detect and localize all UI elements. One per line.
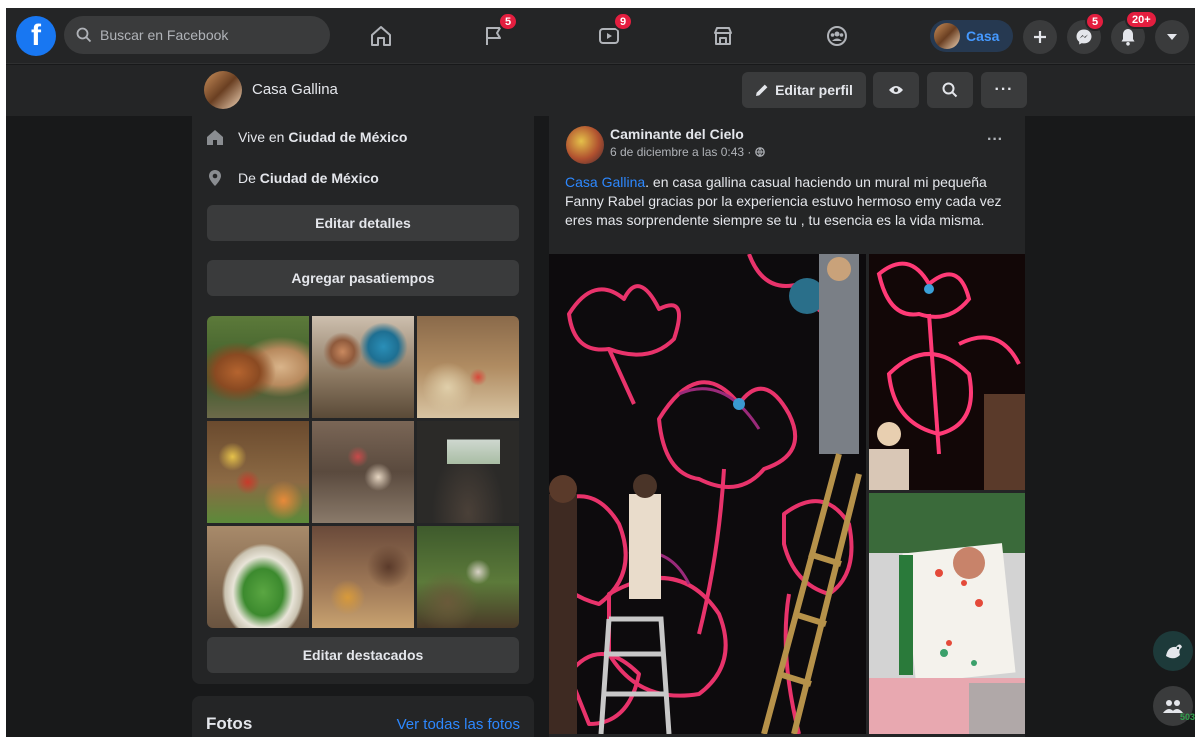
from-prefix: De (238, 170, 260, 186)
profile-chip-name: Casa (966, 28, 1000, 44)
facebook-app: f Buscar en Facebook 5 9 Casa 5 20+ Casa… (6, 8, 1195, 737)
search-profile-button[interactable] (927, 72, 973, 108)
store-icon (714, 27, 732, 45)
add-hobbies-button[interactable]: Agregar pasatiempos (207, 260, 519, 296)
contacts-count-badge: 503 (1179, 712, 1195, 722)
featured-photo-cooking[interactable] (312, 526, 414, 628)
edit-profile-label: Editar perfil (775, 82, 853, 98)
profile-sticky-header: Casa Gallina Editar perfil ··· (6, 65, 1195, 116)
book-illustration (869, 493, 1025, 734)
post-mention-link[interactable]: Casa Gallina (565, 174, 645, 190)
intro-card: Vive en Ciudad de México De Ciudad de Mé… (192, 116, 534, 684)
featured-photo-garden[interactable] (417, 526, 519, 628)
hen-avatar-icon (1166, 644, 1182, 659)
search-placeholder: Buscar en Facebook (100, 27, 229, 43)
messenger-icon (1076, 29, 1092, 45)
globe-icon (754, 147, 765, 157)
lives-prefix: Vive en (238, 129, 289, 145)
mural-detail-illustration (869, 254, 1025, 490)
groups-icon (827, 26, 847, 46)
lives-city[interactable]: Ciudad de México (288, 129, 407, 145)
watch-nav-button[interactable]: 9 (589, 12, 634, 54)
lives-in-row: Vive en Ciudad de México (206, 128, 407, 146)
pencil-icon (756, 84, 768, 96)
create-button[interactable] (1023, 20, 1057, 54)
post-photo-mural[interactable] (549, 254, 866, 734)
notifications-badge: 20+ (1125, 10, 1158, 29)
edit-profile-button[interactable]: Editar perfil (742, 72, 866, 108)
groups-nav-button[interactable] (817, 18, 857, 54)
featured-photo-workshop-kids[interactable] (312, 316, 414, 418)
avatar[interactable] (204, 71, 242, 109)
featured-photo-dancing-crowd[interactable] (312, 421, 414, 523)
pages-badge: 5 (498, 12, 519, 31)
featured-photo-salad[interactable] (207, 526, 309, 628)
featured-photo-hens[interactable] (207, 316, 309, 418)
house-icon (207, 130, 223, 145)
photos-title: Fotos (206, 714, 253, 733)
location-pin-icon (209, 170, 221, 186)
featured-photo-vegetables[interactable] (207, 421, 309, 523)
view-as-button[interactable] (873, 72, 919, 108)
post-body: Casa Gallina. en casa gallina casual hac… (565, 173, 1013, 230)
home-icon (371, 26, 391, 46)
messenger-button[interactable]: 5 (1067, 12, 1106, 54)
new-room-button[interactable] (1153, 631, 1193, 671)
see-all-photos-link[interactable]: Ver todas las fotos (397, 716, 520, 733)
featured-photos-grid (207, 316, 519, 628)
watch-badge: 9 (613, 12, 634, 31)
search-icon (942, 82, 958, 98)
from-row: De Ciudad de México (206, 169, 379, 187)
edit-featured-button[interactable]: Editar destacados (207, 637, 519, 673)
post-photo-book[interactable] (869, 493, 1025, 734)
contacts-button[interactable]: 503 (1153, 686, 1195, 726)
profile-name[interactable]: Casa Gallina (252, 81, 338, 98)
plus-icon (1034, 31, 1046, 43)
notifications-button[interactable]: 20+ (1111, 10, 1158, 54)
post-author[interactable]: Caminante del Cielo (610, 126, 744, 142)
eye-icon (889, 86, 903, 94)
profile-chip[interactable]: Casa (930, 20, 1013, 52)
more-icon: ··· (994, 81, 1014, 98)
mural-illustration (549, 254, 866, 734)
post-photo-mural-detail[interactable] (869, 254, 1025, 490)
post-date-text: 6 de diciembre a las 0:43 · (610, 145, 755, 159)
messenger-badge: 5 (1085, 12, 1106, 31)
bell-icon (1121, 29, 1135, 46)
feed-post: Caminante del Cielo 6 de diciembre a las… (549, 116, 1025, 737)
top-navigation-bar: f Buscar en Facebook 5 9 Casa 5 20+ (6, 8, 1195, 64)
post-more-button[interactable]: ··· (987, 131, 1003, 149)
more-options-button[interactable]: ··· (981, 72, 1027, 108)
edit-details-button[interactable]: Editar detalles (207, 205, 519, 241)
featured-photo-screening[interactable] (417, 421, 519, 523)
facebook-logo-icon[interactable]: f (16, 16, 56, 56)
featured-photo-classroom[interactable] (417, 316, 519, 418)
post-timestamp[interactable]: 6 de diciembre a las 0:43 · (610, 145, 765, 159)
avatar (934, 23, 960, 49)
search-icon (76, 27, 92, 43)
account-menu-button[interactable] (1155, 20, 1189, 54)
pages-nav-button[interactable]: 5 (474, 12, 519, 54)
home-nav-button[interactable] (361, 18, 401, 54)
search-input[interactable]: Buscar en Facebook (64, 16, 330, 54)
caret-down-icon (1167, 34, 1177, 40)
photos-card: Fotos Ver todas las fotos (192, 696, 534, 737)
avatar[interactable] (566, 126, 604, 164)
from-city[interactable]: Ciudad de México (260, 170, 379, 186)
marketplace-nav-button[interactable] (703, 18, 743, 54)
